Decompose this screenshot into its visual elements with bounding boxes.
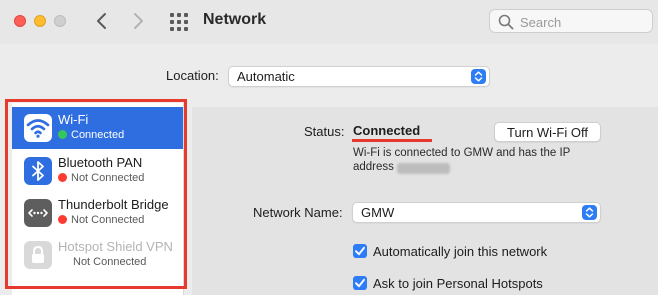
bluetooth-icon bbox=[24, 157, 52, 185]
service-name: Bluetooth PAN bbox=[58, 155, 143, 170]
status-description-address: address bbox=[353, 161, 394, 173]
service-item-bluetooth-pan[interactable]: Bluetooth PAN Not Connected bbox=[12, 150, 183, 192]
service-item-wifi[interactable]: Wi-Fi Connected bbox=[12, 107, 183, 149]
ask-hotspots-label: Ask to join Personal Hotspots bbox=[373, 276, 543, 291]
wifi-icon bbox=[24, 114, 52, 142]
popup-stepper-icon bbox=[582, 205, 597, 220]
checkmark-icon bbox=[355, 246, 365, 256]
location-value: Automatic bbox=[237, 69, 295, 84]
network-name-select[interactable]: GMW bbox=[352, 202, 601, 223]
auto-join-label: Automatically join this network bbox=[373, 244, 548, 259]
chevron-left-icon bbox=[97, 13, 106, 29]
annotation-underline bbox=[352, 139, 432, 142]
auto-join-checkbox[interactable] bbox=[353, 244, 367, 258]
service-item-hotspot-shield-vpn[interactable]: Hotspot Shield VPN Not Connected bbox=[12, 234, 183, 276]
network-name-label: Network Name: bbox=[253, 205, 343, 220]
minimize-window-button[interactable] bbox=[34, 15, 46, 27]
ask-hotspots-checkbox[interactable] bbox=[353, 276, 367, 290]
ip-address-redacted bbox=[397, 163, 450, 174]
service-status: Not Connected bbox=[58, 214, 144, 226]
search-field[interactable] bbox=[489, 9, 653, 33]
status-label: Status: bbox=[304, 124, 345, 139]
service-status-text: Not Connected bbox=[73, 256, 147, 268]
search-input[interactable] bbox=[518, 13, 650, 31]
forward-button[interactable] bbox=[126, 8, 150, 34]
service-item-thunderbolt-bridge[interactable]: Thunderbolt Bridge Not Connected bbox=[12, 192, 183, 234]
toolbar: Network bbox=[0, 0, 658, 44]
thunderbolt-bridge-icon bbox=[24, 199, 52, 227]
window-title: Network bbox=[203, 11, 267, 28]
service-status: Not Connected bbox=[73, 256, 146, 268]
status-dot-green bbox=[58, 130, 67, 139]
service-name: Thunderbolt Bridge bbox=[58, 197, 169, 212]
service-list: Wi-Fi Connected Bluetooth PAN Not Connec… bbox=[12, 103, 184, 295]
service-status-text: Connected bbox=[71, 129, 125, 141]
service-status-text: Not Connected bbox=[71, 214, 145, 226]
status-value: Connected bbox=[353, 123, 421, 138]
service-status: Not Connected bbox=[58, 172, 144, 184]
service-status-text: Not Connected bbox=[71, 172, 145, 184]
popup-stepper-icon bbox=[471, 69, 486, 84]
zoom-window-button[interactable] bbox=[54, 15, 66, 27]
search-icon bbox=[498, 14, 514, 30]
chevron-right-icon bbox=[134, 13, 143, 29]
turn-wifi-off-button[interactable]: Turn Wi-Fi Off bbox=[494, 122, 601, 142]
status-dot-red bbox=[58, 173, 67, 182]
back-button[interactable] bbox=[90, 8, 114, 34]
show-all-button[interactable] bbox=[168, 11, 190, 33]
service-name: Hotspot Shield VPN bbox=[58, 239, 173, 254]
service-name: Wi-Fi bbox=[58, 112, 89, 127]
network-name-value: GMW bbox=[361, 205, 395, 220]
location-select[interactable]: Automatic bbox=[228, 66, 490, 87]
grid-icon bbox=[170, 13, 188, 31]
status-description: Wi-Fi is connected to GMW and has the IP bbox=[353, 147, 571, 159]
status-dot-red bbox=[58, 215, 67, 224]
lock-icon bbox=[24, 241, 52, 269]
location-label: Location: bbox=[166, 68, 219, 83]
service-status: Connected bbox=[58, 129, 124, 141]
checkmark-icon bbox=[355, 278, 365, 288]
close-window-button[interactable] bbox=[14, 15, 26, 27]
